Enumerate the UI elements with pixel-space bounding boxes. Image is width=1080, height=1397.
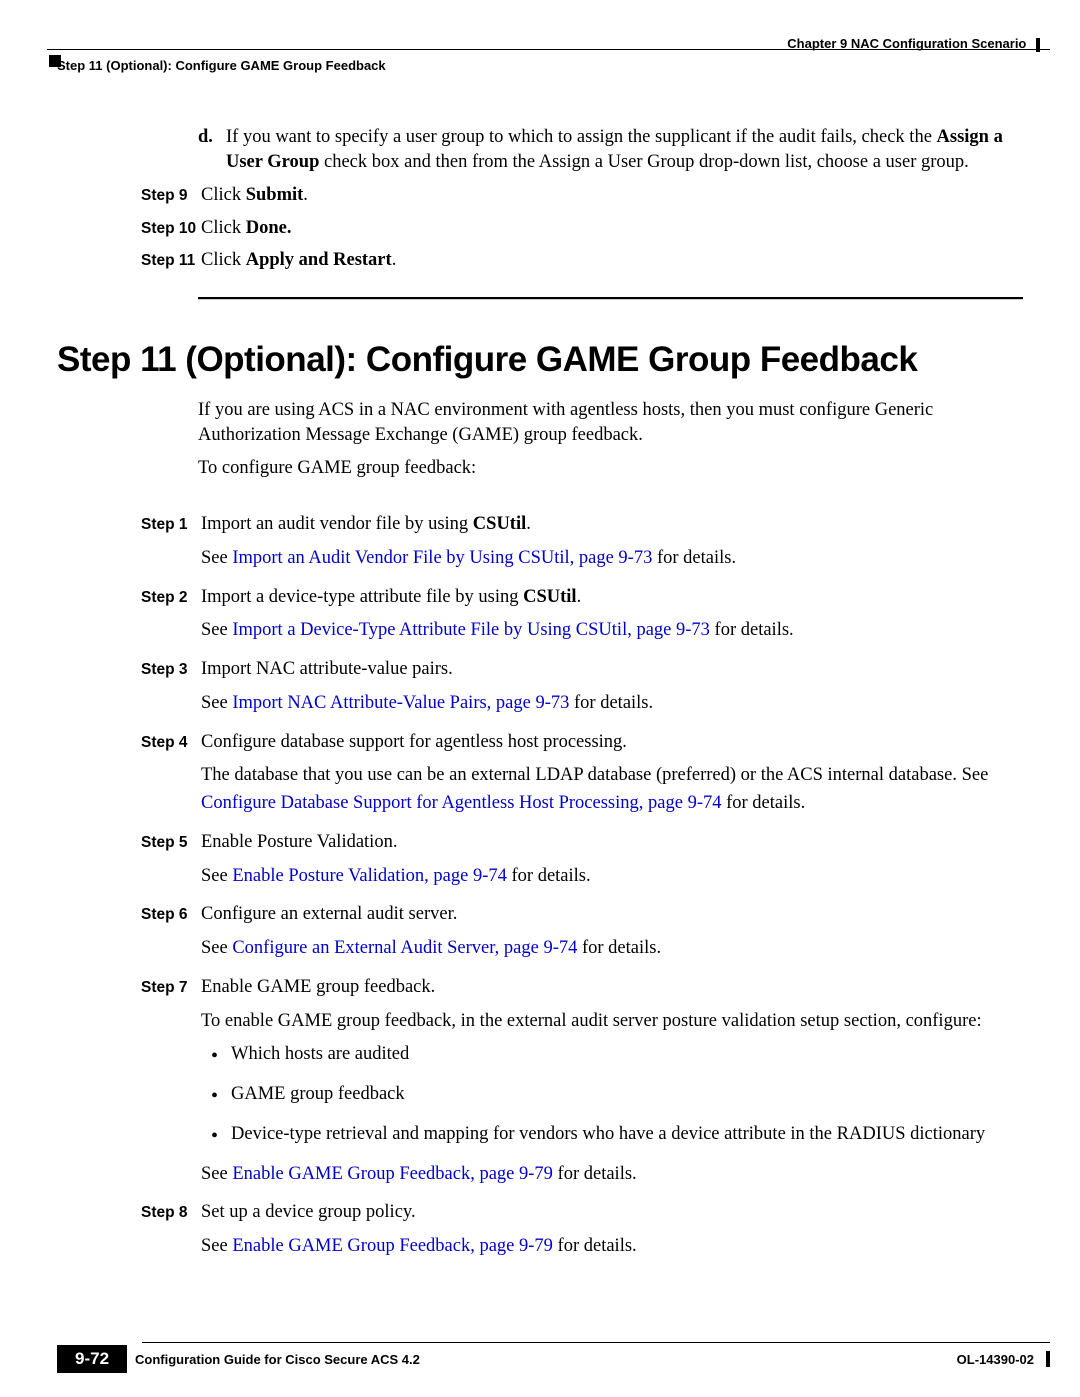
content-body: d. If you want to specify a user group t…	[57, 30, 1023, 1267]
header-left-marker	[49, 55, 61, 67]
step-body: Configure an external audit server. See …	[201, 901, 1023, 969]
substep-d-text: If you want to specify a user group to w…	[226, 125, 1023, 175]
bullet-list: Which hosts are audited GAME group feedb…	[201, 1041, 1023, 1148]
list-item: Device-type retrieval and mapping for ve…	[231, 1121, 1023, 1149]
step-label: Step 8	[141, 1199, 201, 1267]
section-divider	[198, 297, 1023, 300]
main-step-8: Step 8 Set up a device group policy. See…	[141, 1199, 1023, 1267]
step-label: Step 10	[141, 215, 201, 243]
step-body: Import an audit vendor file by using CSU…	[201, 511, 1023, 579]
substep-d: d. If you want to specify a user group t…	[198, 125, 1023, 175]
list-item: Which hosts are audited	[231, 1041, 1023, 1069]
link-posture-validation[interactable]: Enable Posture Validation, page 9-74	[232, 866, 507, 886]
main-step-1: Step 1 Import an audit vendor file by us…	[141, 511, 1023, 579]
step-body: Configure database support for agentless…	[201, 729, 1023, 824]
step-body: Set up a device group policy. See Enable…	[201, 1199, 1023, 1267]
black-square-icon	[49, 55, 61, 67]
main-step-3: Step 3 Import NAC attribute-value pairs.…	[141, 656, 1023, 724]
main-step-7: Step 7 Enable GAME group feedback. To en…	[141, 974, 1023, 1195]
step-body: Enable GAME group feedback. To enable GA…	[201, 974, 1023, 1195]
step-label: Step 9	[141, 182, 201, 210]
step-label: Step 4	[141, 729, 201, 824]
main-step-2: Step 2 Import a device-type attribute fi…	[141, 584, 1023, 652]
footer-row: 9-72 Configuration Guide for Cisco Secur…	[57, 1345, 1050, 1373]
page-number-tab: 9-72	[57, 1345, 127, 1373]
footer-doc-title: Configuration Guide for Cisco Secure ACS…	[135, 1352, 957, 1367]
header-chapter-text: Chapter 9 NAC Configuration Scenario	[787, 36, 1026, 51]
page-footer: 9-72 Configuration Guide for Cisco Secur…	[57, 1342, 1050, 1373]
link-import-nac[interactable]: Import NAC Attribute-Value Pairs, page 9…	[232, 693, 569, 713]
main-step-4: Step 4 Configure database support for ag…	[141, 729, 1023, 824]
list-item: GAME group feedback	[231, 1081, 1023, 1109]
prior-step-11: Step 11 Click Apply and Restart.	[141, 247, 1023, 275]
step-body: Click Submit.	[201, 182, 1023, 210]
step-label: Step 11	[141, 247, 201, 275]
page-root: Step 11 (Optional): Configure GAME Group…	[0, 0, 1080, 1397]
step-label: Step 2	[141, 584, 201, 652]
main-step-5: Step 5 Enable Posture Validation. See En…	[141, 829, 1023, 897]
substep-d-marker: d.	[198, 125, 226, 175]
link-enable-game-1[interactable]: Enable GAME Group Feedback, page 9-79	[232, 1164, 553, 1184]
step-body: Click Apply and Restart.	[201, 247, 1023, 275]
step-label: Step 6	[141, 901, 201, 969]
step-label: Step 7	[141, 974, 201, 1195]
step-label: Step 3	[141, 656, 201, 724]
link-db-support[interactable]: Configure Database Support for Agentless…	[201, 793, 721, 813]
footer-rule	[142, 1342, 1050, 1343]
link-external-audit[interactable]: Configure an External Audit Server, page…	[232, 938, 577, 958]
link-enable-game-2[interactable]: Enable GAME Group Feedback, page 9-79	[232, 1236, 553, 1256]
step-body: Import NAC attribute-value pairs. See Im…	[201, 656, 1023, 724]
step-body: Enable Posture Validation. See Enable Po…	[201, 829, 1023, 897]
step-body: Click Done.	[201, 215, 1023, 243]
footer-doc-number: OL-14390-02	[957, 1352, 1040, 1367]
prior-step-10: Step 10 Click Done.	[141, 215, 1023, 243]
prior-substep-block: d. If you want to specify a user group t…	[198, 125, 1023, 175]
intro-paragraph-2: To configure GAME group feedback:	[198, 456, 1023, 481]
link-import-vendor[interactable]: Import an Audit Vendor File by Using CSU…	[232, 548, 652, 568]
step-label: Step 5	[141, 829, 201, 897]
prior-step-9: Step 9 Click Submit.	[141, 182, 1023, 210]
intro-paragraph-1: If you are using ACS in a NAC environmen…	[198, 398, 1023, 448]
running-header: Step 11 (Optional): Configure GAME Group…	[57, 36, 1050, 73]
main-step-6: Step 6 Configure an external audit serve…	[141, 901, 1023, 969]
section-heading: Step 11 (Optional): Configure GAME Group…	[57, 340, 1023, 380]
link-import-device-type[interactable]: Import a Device-Type Attribute File by U…	[232, 620, 710, 640]
header-section-title: Step 11 (Optional): Configure GAME Group…	[57, 36, 386, 73]
step-label: Step 1	[141, 511, 201, 579]
header-right-bar-icon	[1036, 38, 1040, 52]
step-body: Import a device-type attribute file by u…	[201, 584, 1023, 652]
footer-right-bar-icon	[1046, 1351, 1050, 1367]
main-steps: Step 1 Import an audit vendor file by us…	[57, 511, 1023, 1267]
header-chapter: Chapter 9 NAC Configuration Scenario	[787, 36, 1050, 73]
